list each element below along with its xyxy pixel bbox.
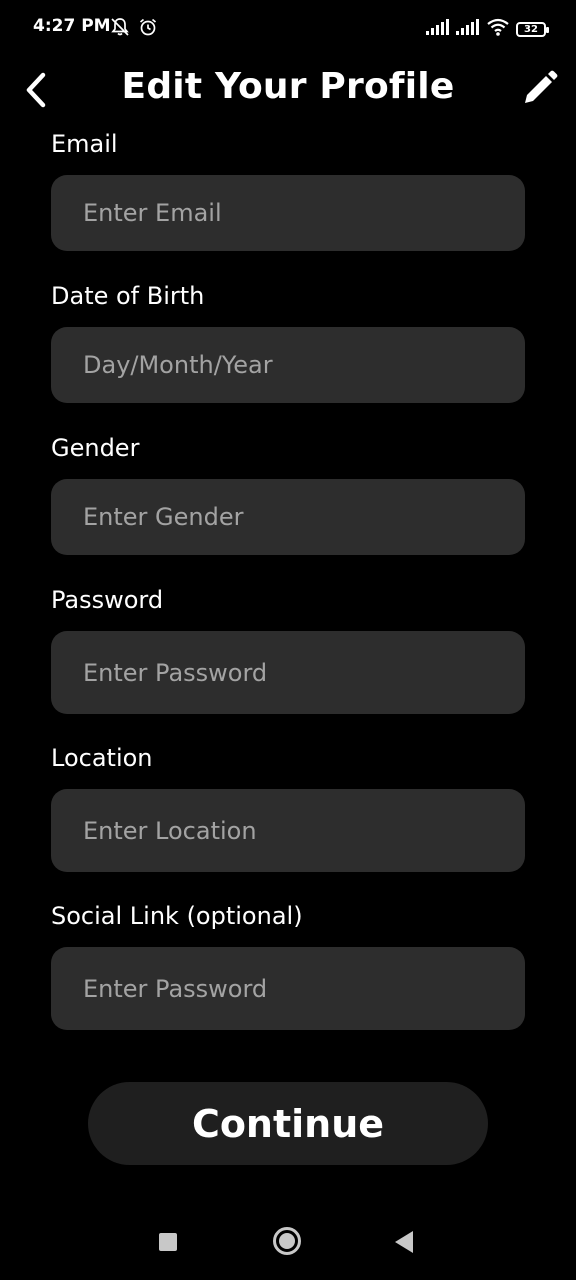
- recents-square-icon[interactable]: [159, 1233, 177, 1251]
- password-group: Password: [51, 585, 525, 714]
- dob-group: Date of Birth: [51, 281, 525, 403]
- header: Edit Your Profile: [0, 60, 576, 120]
- signal-icon: [456, 18, 480, 40]
- location-group: Location: [51, 743, 525, 872]
- system-nav-bar: [0, 1210, 576, 1274]
- status-time: 4:27 PM: [33, 16, 111, 36]
- gender-field[interactable]: [51, 479, 525, 555]
- location-field[interactable]: [51, 789, 525, 872]
- edit-profile-button[interactable]: [518, 66, 562, 110]
- bell-off-icon: [110, 17, 130, 41]
- status-bar: 4:27 PM 32: [0, 0, 576, 56]
- status-right-icons: 32: [426, 17, 549, 41]
- social-link-label: Social Link (optional): [51, 902, 303, 930]
- back-triangle-icon[interactable]: [395, 1231, 413, 1253]
- signal-icon: [426, 18, 450, 40]
- dob-label: Date of Birth: [51, 282, 205, 310]
- location-label: Location: [51, 744, 153, 772]
- pencil-icon: [525, 70, 558, 103]
- social-link-field[interactable]: [51, 947, 525, 1030]
- continue-button[interactable]: Continue: [88, 1082, 488, 1165]
- date-of-birth-field[interactable]: [51, 327, 525, 403]
- email-label: Email: [51, 130, 118, 158]
- password-field[interactable]: [51, 631, 525, 714]
- email-group: Email: [51, 129, 525, 251]
- home-circle-icon[interactable]: [273, 1227, 301, 1255]
- status-left-icons: [110, 17, 158, 41]
- social-link-group: Social Link (optional): [51, 901, 525, 1030]
- gender-label: Gender: [51, 434, 140, 462]
- page-title: Edit Your Profile: [121, 66, 455, 107]
- alarm-icon: [138, 17, 158, 41]
- home-circle-inner: [279, 1233, 295, 1249]
- battery-icon: 32: [516, 21, 549, 37]
- battery-level: 32: [524, 23, 538, 35]
- wifi-icon: [486, 17, 510, 41]
- gender-group: Gender: [51, 433, 525, 555]
- email-field[interactable]: [51, 175, 525, 251]
- password-label: Password: [51, 586, 164, 614]
